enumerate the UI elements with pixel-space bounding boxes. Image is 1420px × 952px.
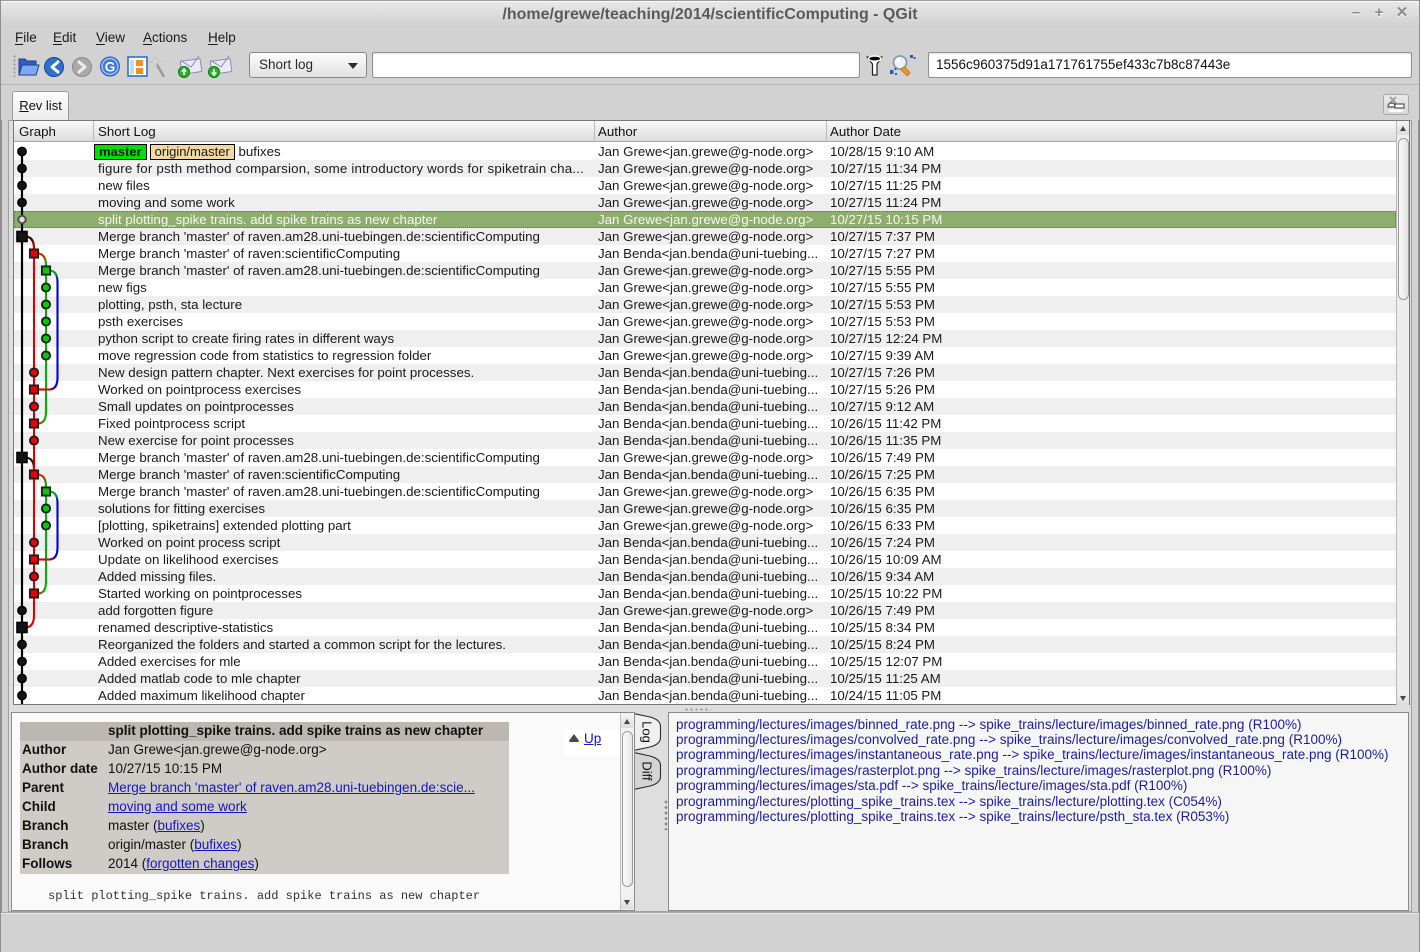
svg-text:G: G <box>105 60 116 75</box>
